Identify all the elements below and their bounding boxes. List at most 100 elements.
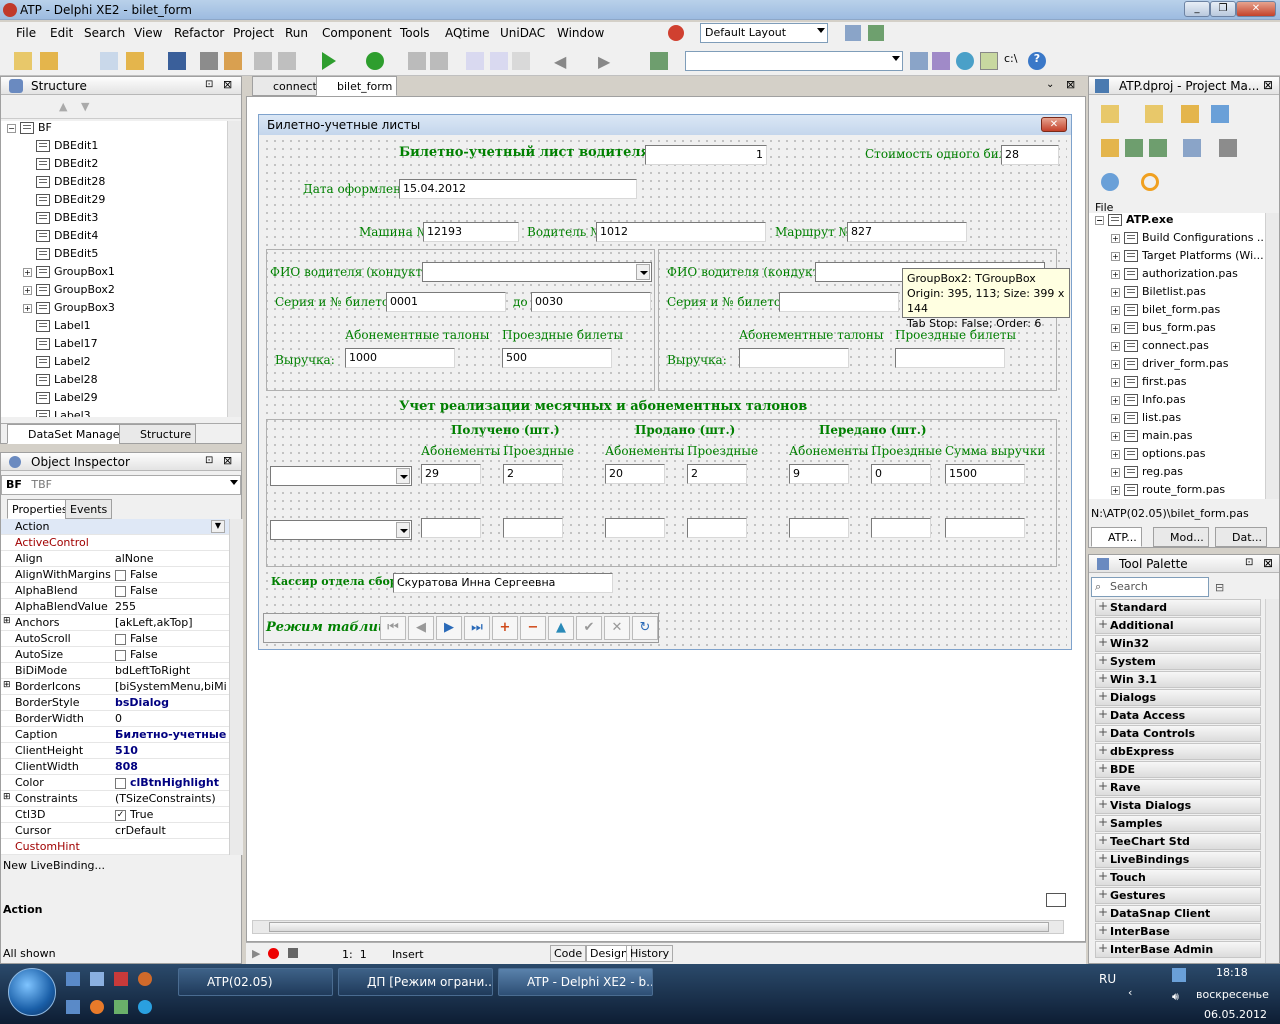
tree-item[interactable]: Label3 [23, 409, 91, 417]
property-row[interactable]: BorderStyle bsDialog [1, 695, 229, 711]
palette-category[interactable]: Standard [1095, 599, 1261, 616]
property-value[interactable]: clBtnHighlight [115, 776, 227, 789]
project-file-item[interactable]: + Info.pas [1111, 393, 1186, 411]
tab-dataset-manager[interactable]: DataSet Manager [7, 424, 130, 444]
palette-category[interactable]: Win 3.1 [1095, 671, 1261, 688]
property-row[interactable]: Caption Билетно-учетные л [1, 727, 229, 743]
record-macro-icon[interactable] [268, 948, 279, 959]
run-icon[interactable] [322, 52, 336, 70]
tree-root[interactable]: − BF [7, 121, 52, 139]
quick-launch-1-icon[interactable] [66, 972, 80, 986]
menu-unidac[interactable]: UniDAC [500, 26, 545, 40]
new-project-icon[interactable] [1101, 105, 1119, 123]
route-field[interactable]: 827 [847, 222, 967, 242]
form-close-icon[interactable]: ✕ [1041, 117, 1067, 132]
tab-history[interactable]: History [626, 945, 674, 962]
row1-transferred-pass[interactable]: 0 [871, 464, 931, 484]
close-file-icon[interactable] [224, 52, 242, 70]
tree-item[interactable]: DBEdit3 [23, 211, 98, 229]
menu-view[interactable]: View [134, 26, 162, 40]
trace-into-icon[interactable] [466, 52, 484, 70]
tab-project[interactable]: ATP... [1091, 527, 1142, 547]
nav-insert-button[interactable]: + [492, 616, 518, 640]
project-file-item[interactable]: + first.pas [1111, 375, 1186, 393]
view-form-icon[interactable] [278, 52, 296, 70]
inspector-scrollbar[interactable] [229, 519, 243, 855]
palette-category[interactable]: InterBase [1095, 923, 1261, 940]
expand-icon[interactable]: ⊞ [3, 792, 11, 802]
quick-launch-2-icon[interactable] [90, 972, 104, 986]
checkbox-icon[interactable] [115, 633, 126, 645]
property-value[interactable]: [akLeft,akTop] [115, 616, 227, 629]
row2-received-subs[interactable] [421, 518, 481, 538]
task-delphi[interactable]: ATP - Delphi XE2 - b... [498, 968, 653, 996]
task-atp-folder[interactable]: ATP(02.05) [178, 968, 333, 996]
set-debug-desktop-icon[interactable] [868, 25, 884, 41]
row1-transferred-subs[interactable]: 9 [789, 464, 849, 484]
tree-item[interactable]: DBEdit2 [23, 157, 98, 175]
expand-icon[interactable]: + [1111, 341, 1120, 351]
project-file-item[interactable]: + Biletlist.pas [1111, 285, 1206, 303]
expand-icon[interactable]: + [1111, 377, 1120, 387]
quick-launch-5-icon[interactable] [66, 1000, 80, 1014]
stop-macro-icon[interactable] [288, 948, 298, 958]
property-row[interactable]: ⊞ Anchors [akLeft,akTop] [1, 615, 229, 631]
add-file-icon[interactable] [1145, 105, 1163, 123]
layout-combo[interactable]: Default Layout [700, 23, 828, 43]
quick-launch-7-icon[interactable] [114, 1000, 128, 1014]
tab-structure[interactable]: Structure [119, 424, 197, 444]
nav-cancel-button[interactable]: ✕ [604, 616, 630, 640]
tree-item[interactable]: + GroupBox1 [23, 265, 115, 283]
palette-close-icon[interactable]: ⊠ [1263, 556, 1273, 570]
property-row[interactable]: CustomHint [1, 839, 229, 855]
cashier-field[interactable]: Скуратова Инна Сергеевна [393, 573, 613, 593]
open-project-icon[interactable] [126, 52, 144, 70]
palette-category[interactable]: Touch [1095, 869, 1261, 886]
expand-icon[interactable]: + [1111, 233, 1120, 243]
menu-run[interactable]: Run [285, 26, 308, 40]
property-value[interactable]: alNone [115, 552, 227, 565]
property-row[interactable]: ClientWidth 808 [1, 759, 229, 775]
palette-category[interactable]: LiveBindings [1095, 851, 1261, 868]
row2-sold-pass[interactable] [687, 518, 747, 538]
tab-connect[interactable]: connect [252, 76, 322, 96]
restore-button[interactable]: ❐ [1210, 1, 1236, 17]
project-file-item[interactable]: + main.pas [1111, 429, 1192, 447]
play-macro-icon[interactable]: ▶ [252, 947, 260, 960]
project-close-icon[interactable]: ⊠ [1263, 78, 1273, 92]
expand-icon[interactable]: + [1111, 287, 1120, 297]
menu-component[interactable]: Component [322, 26, 392, 40]
property-value[interactable]: False [115, 568, 227, 581]
car-field[interactable]: 12193 [423, 222, 519, 242]
run-to-cursor-icon[interactable] [512, 52, 530, 70]
menu-refactor[interactable]: Refactor [174, 26, 224, 40]
start-button[interactable] [8, 968, 56, 1016]
expand-icon[interactable]: + [23, 285, 32, 295]
property-value[interactable]: crDefault [115, 824, 227, 837]
series-from-field[interactable]: 0001 [386, 292, 506, 312]
palette-category[interactable]: TeeChart Std [1095, 833, 1261, 850]
palette-category[interactable]: Data Access [1095, 707, 1261, 724]
row1-dropdown[interactable] [270, 466, 412, 486]
platform-icon[interactable] [1141, 173, 1159, 191]
task-dp-document[interactable]: ДП [Режим ограни... [338, 968, 493, 996]
pin-icon[interactable]: ⊡ [205, 79, 213, 90]
designer-hscrollbar[interactable] [252, 920, 1064, 934]
tree-item[interactable]: Label17 [23, 337, 98, 355]
revenue-pass-field-2[interactable] [895, 348, 1005, 368]
property-row[interactable]: Action ▼ [1, 519, 229, 535]
back-icon[interactable]: ◀ [554, 52, 572, 71]
expand-icon[interactable]: + [1111, 269, 1120, 279]
save-all-icon[interactable] [200, 52, 218, 70]
checkbox-icon[interactable]: ✓ [115, 809, 126, 821]
tree-item[interactable]: + GroupBox2 [23, 283, 115, 301]
close-button[interactable]: ✕ [1236, 1, 1276, 17]
nav-post-button[interactable]: ✔ [576, 616, 602, 640]
run-without-debug-icon[interactable] [366, 52, 384, 70]
ticket-cost-field[interactable]: 28 [1001, 145, 1059, 165]
stop-icon[interactable] [430, 52, 448, 70]
tray-arrow-icon[interactable]: ‹ [1128, 986, 1132, 999]
property-value[interactable]: 510 [115, 744, 227, 757]
checkbox-icon[interactable] [115, 569, 126, 581]
skype-icon[interactable] [138, 1000, 152, 1014]
